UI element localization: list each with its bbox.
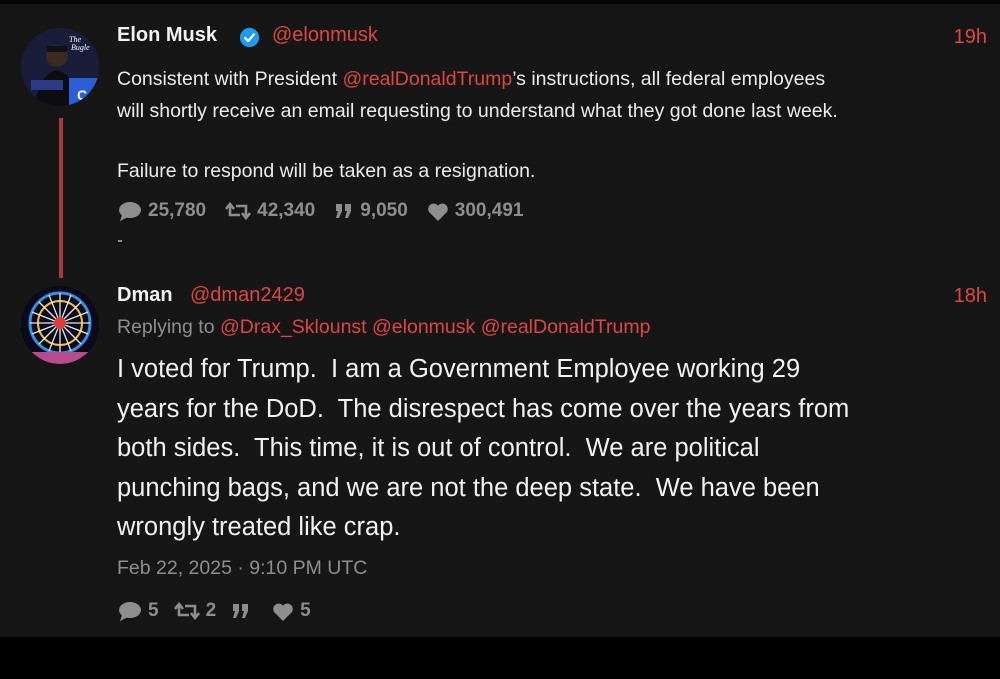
- tweet-time[interactable]: 18h: [954, 285, 987, 308]
- tweet-text-line: years for the DoD. The disrespect has co…: [117, 394, 850, 423]
- quote-icon: [233, 604, 249, 618]
- retweet-count: 42,340: [257, 200, 316, 221]
- tweet-text-line: I voted for Trump. I am a Government Emp…: [117, 355, 801, 383]
- author-handle[interactable]: @elonmusk: [272, 24, 378, 47]
- tweet-thread: C The Bugle Elon Musk @elonmusk 19h Cons…: [0, 0, 1000, 637]
- tweet-time[interactable]: 19h: [954, 26, 987, 49]
- comment-icon: [119, 602, 141, 621]
- retweet-stat[interactable]: 42,340: [225, 200, 315, 222]
- retweet-count: 2: [205, 600, 217, 621]
- retweet-icon: [173, 601, 200, 621]
- avatar[interactable]: [21, 286, 99, 364]
- reply-count: 25,780: [148, 200, 207, 221]
- quote-icon: [336, 204, 352, 218]
- heart-icon: [428, 203, 448, 221]
- verified-badge-icon: [239, 27, 260, 48]
- tweet-timestamp[interactable]: Feb 22, 2025 · 9:10 PM UTC: [117, 557, 367, 580]
- like-stat[interactable]: 300,491: [427, 200, 524, 222]
- avatar-letter: C: [77, 87, 87, 103]
- tweet-text: I voted for Trump. I am a Government Emp…: [117, 350, 997, 548]
- tweet-text-line: both sides. This time, it is out of cont…: [117, 434, 760, 462]
- avatar[interactable]: C The Bugle: [21, 28, 99, 106]
- mention-link[interactable]: @elonmusk: [372, 316, 475, 338]
- reply-count: 5: [148, 600, 159, 621]
- like-count: 300,491: [454, 200, 524, 221]
- retweet-stat[interactable]: 2: [173, 600, 217, 622]
- mention-link[interactable]: @realDonaldTrump: [481, 316, 651, 338]
- tweet-text-line: wrongly treated like crap.: [117, 513, 401, 541]
- quote-count: 9,050: [360, 200, 408, 221]
- tweet-text-line: will shortly receive an email requesting…: [117, 100, 838, 122]
- svg-text:Bugle: Bugle: [71, 43, 90, 52]
- tweet-text: Consistent with President @realDonaldTru…: [117, 63, 997, 187]
- tweet-stats: 5 2 5: [118, 600, 330, 622]
- mention-link[interactable]: @realDonaldTrump: [342, 68, 512, 90]
- quote-stat[interactable]: 9,050: [334, 200, 408, 222]
- like-stat[interactable]: 5: [272, 600, 311, 622]
- replying-to: Replying to @Drax_Sklounst @elonmusk @re…: [117, 316, 651, 338]
- retweet-icon: [225, 201, 252, 221]
- heart-icon: [273, 603, 293, 621]
- ferris-wheel-avatar-image: [21, 286, 99, 364]
- reply-stat[interactable]: 5: [118, 600, 159, 622]
- like-count: 5: [300, 600, 311, 621]
- tweet-text-line: Failure to respond will be taken as a re…: [117, 160, 536, 182]
- thread-connector-line: [59, 118, 63, 278]
- tweet-text-line: punching bags, and we are not the deep s…: [117, 473, 820, 502]
- tweet-stats: 25,780 42,340 9,050 300,491: [118, 200, 542, 222]
- quote-stat[interactable]: [231, 602, 257, 620]
- author-name[interactable]: Dman: [117, 284, 173, 307]
- tweet-text-line: Consistent with President @realDonaldTru…: [117, 68, 826, 90]
- author-handle[interactable]: @dman2429: [190, 284, 305, 307]
- elon-musk-avatar-image: C The Bugle: [21, 28, 99, 106]
- comment-icon: [119, 202, 141, 221]
- divider-dot: [118, 240, 122, 242]
- mention-link[interactable]: @Drax_Sklounst: [220, 316, 367, 338]
- author-name[interactable]: Elon Musk: [117, 24, 217, 47]
- reply-stat[interactable]: 25,780: [118, 200, 206, 222]
